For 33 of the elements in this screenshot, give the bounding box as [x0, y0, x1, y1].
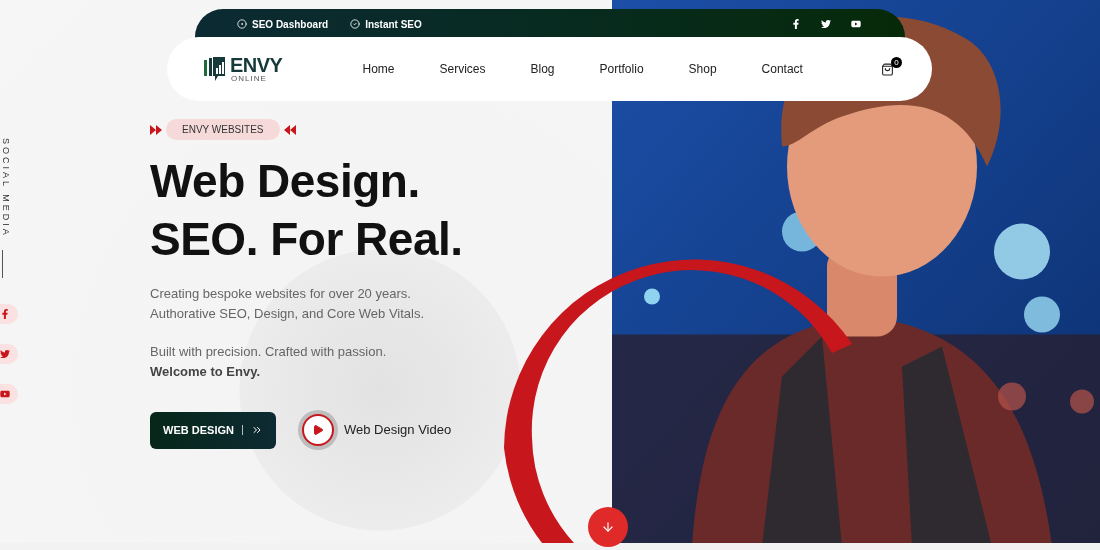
nav-link[interactable]: Contact: [761, 60, 803, 78]
social-media-label: SOCIAL MEDIA: [0, 138, 12, 238]
topbar-link[interactable]: SEO Dashboard: [237, 16, 329, 32]
topbar-link[interactable]: Instant SEO: [350, 16, 422, 32]
play-icon: [298, 410, 338, 450]
section-badge: ENVY WEBSITES: [166, 119, 280, 140]
tagline-text: Built with precision. Crafted with passion.: [150, 343, 388, 361]
check-circle-icon: [350, 19, 361, 29]
nav-link[interactable]: Blog: [530, 60, 555, 78]
video-link[interactable]: Web Design Video: [298, 410, 452, 450]
double-arrow-icon: [283, 123, 296, 136]
chevrons-right-icon: [250, 424, 263, 436]
logo-icon: [204, 56, 226, 82]
web-design-button[interactable]: WEB DESIGN: [150, 411, 276, 449]
youtube-icon[interactable]: [851, 19, 861, 29]
intro-text: Authorative SEO, Design, and Core Web Vitals.: [150, 305, 426, 323]
arrow-down-icon: [601, 520, 615, 534]
target-icon: [237, 19, 247, 29]
double-arrow-icon: [150, 123, 162, 136]
headline: SEO. For Real.: [150, 212, 464, 267]
nav-link[interactable]: Portfolio: [599, 60, 644, 78]
nav-link[interactable]: Shop: [688, 60, 717, 78]
logo-name: ENVY: [230, 55, 283, 75]
twitter-icon[interactable]: [821, 19, 831, 29]
facebook-icon[interactable]: [791, 19, 801, 29]
nav-link[interactable]: Services: [439, 60, 486, 78]
cart-icon[interactable]: [881, 62, 894, 76]
cart-count: 0: [891, 56, 902, 68]
intro-text: Creating bespoke websites for over 20 years.: [150, 285, 412, 303]
headline: Web Design.: [150, 154, 421, 209]
logo-tagline: ONLINE: [231, 75, 268, 83]
nav-link[interactable]: Home: [362, 60, 395, 78]
welcome-text: Welcome to Envy.: [150, 363, 262, 381]
